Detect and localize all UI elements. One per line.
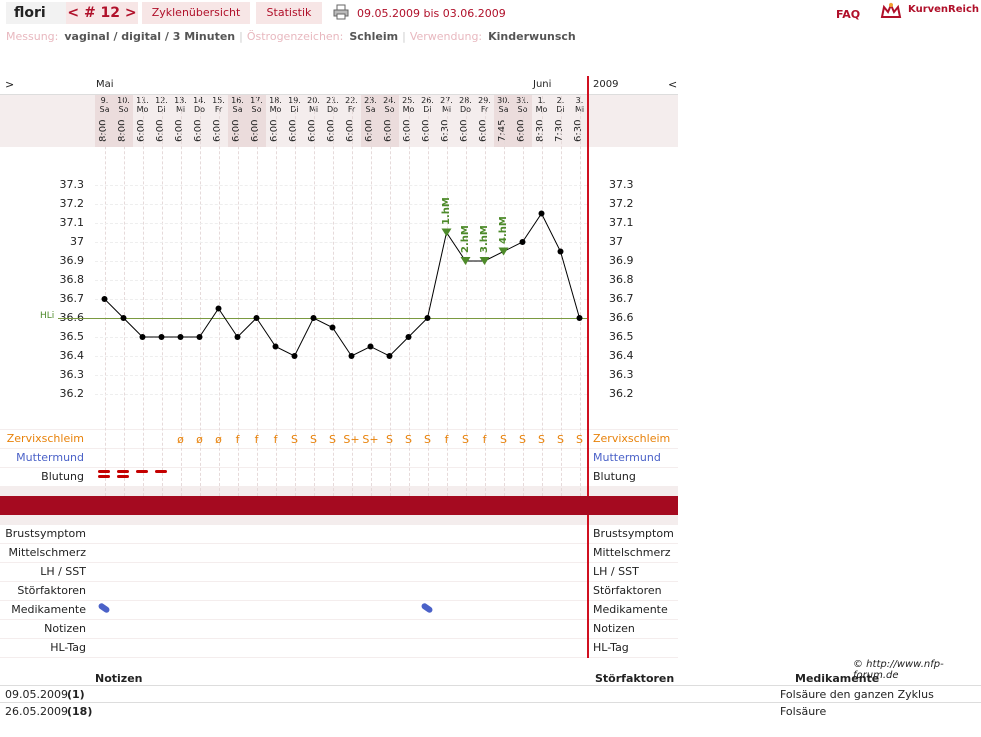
note-date: 26.05.2009 [5,705,68,718]
zervix-value: f [254,433,259,446]
bleeding-marker [117,470,129,473]
muttermund-label-right: Muttermund [593,451,661,464]
note-date: 09.05.2009 [5,688,68,701]
temperature-point[interactable] [310,315,317,321]
row-label: Notizen [44,622,86,635]
notes-header: Notizen [95,672,143,685]
zervix-value: S+ [343,433,360,446]
muttermund-label: Muttermund [16,451,84,464]
zervix-value: S [424,433,431,446]
temperature-point[interactable] [348,353,355,359]
zervix-value: S [386,433,393,446]
temperature-point[interactable] [177,334,184,340]
blutung-label: Blutung [41,470,84,483]
zervix-value: S [557,433,564,446]
medikamente-header: Medikamente [795,672,880,685]
zervix-value: S+ [362,433,379,446]
bleeding-marker [98,470,110,473]
temperature-curve [101,210,583,359]
temperature-point[interactable] [405,334,412,340]
zervix-value: S [329,433,336,446]
high-measure-label: 4.hM [497,215,509,244]
bleeding-marker [155,470,167,473]
zervix-value: S [576,433,583,446]
temperature-point[interactable] [139,334,146,340]
row-label: Brustsymptom [5,527,86,540]
zervix-value: S [405,433,412,446]
row-label-right: LH / SST [593,565,639,578]
stoerfaktoren-header: Störfaktoren [595,672,675,685]
row-label: Mittelschmerz [8,546,86,559]
temperature-point[interactable] [329,324,336,331]
note-day: (18) [67,705,93,718]
temperature-point[interactable] [196,334,203,340]
zervix-value: f [235,433,240,446]
zervix-value: S [500,433,507,446]
note-medication: Folsäure [780,705,827,718]
zervix-value: S [462,433,469,446]
high-measure-point[interactable] [498,247,509,256]
temperature-point[interactable] [367,343,374,350]
zervix-value: S [538,433,545,446]
temperature-point[interactable] [557,248,564,255]
high-measure-label: 1.hM [440,196,452,225]
temperature-point[interactable] [120,315,127,321]
row-label-right: Medikamente [593,603,668,616]
high-measure-label: 3.hM [478,225,490,253]
temperature-point[interactable] [272,343,279,350]
temperature-point[interactable] [158,334,165,340]
row-label: HL-Tag [50,641,86,654]
row-label: LH / SST [40,565,86,578]
row-label: Medikamente [11,603,86,616]
temperature-point[interactable] [538,210,545,217]
temperature-point[interactable] [519,239,526,245]
row-label-right: HL-Tag [593,641,629,654]
row-label: Störfaktoren [17,584,86,597]
bleeding-marker [117,475,129,478]
zervix-value: f [444,433,449,446]
row-label-right: Brustsymptom [593,527,674,540]
zervix-value: f [273,433,278,446]
zervix-value: ø [177,433,184,446]
row-label-right: Notizen [593,622,635,635]
temperature-point[interactable] [386,353,393,359]
zervix-value: ø [215,433,222,446]
high-measure-point[interactable] [441,228,452,237]
temperature-point[interactable] [234,334,241,340]
note-day: (1) [67,688,85,701]
zyklustag-bar [0,496,678,515]
zervix-value: S [519,433,526,446]
blutung-label-right: Blutung [593,470,636,483]
zervix-value: ø [196,433,203,446]
zervix-value: S [291,433,298,446]
chart-layer: > < Mai Juni 2009 9. Sa 8:00 10. So 8:00 11. Mo 6:00 1… [0,0,981,737]
bleeding-marker [136,470,148,473]
zervix-label-right: Zervixschleim [593,432,671,445]
row-label-right: Mittelschmerz [593,546,671,559]
temperature-point[interactable] [215,305,222,312]
zervix-label: Zervixschleim [6,432,84,445]
temperature-point[interactable] [101,296,108,302]
temperature-point[interactable] [253,315,260,321]
temperature-point[interactable] [291,353,298,359]
bleeding-marker [98,475,110,478]
row-label-right: Störfaktoren [593,584,662,597]
zervix-value: f [482,433,487,446]
high-measure-label: 2.hM [459,225,471,253]
temperature-point[interactable] [424,315,431,321]
zervix-value: S [310,433,317,446]
temperature-point[interactable] [576,315,583,321]
note-medication: Folsäure den ganzen Zyklus [780,688,934,701]
